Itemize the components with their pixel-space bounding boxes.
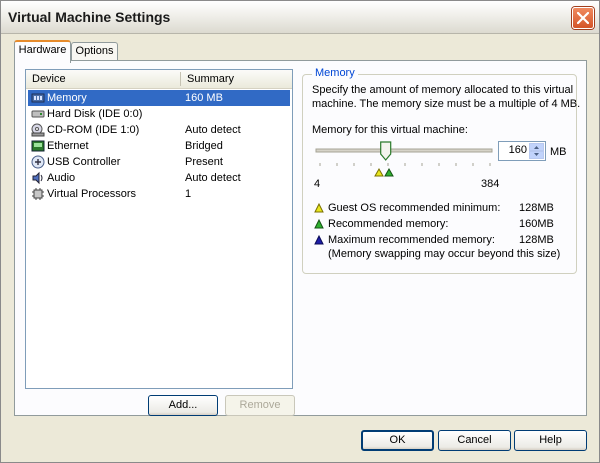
processor-icon: [32, 188, 44, 200]
help-button[interactable]: Help: [514, 430, 587, 451]
device-row-memory[interactable]: Memory 160 MB: [28, 90, 290, 106]
settings-window: Virtual Machine Settings Hardware Option…: [0, 0, 600, 463]
cdrom-icon: [31, 123, 45, 137]
chevron-up-icon: [534, 146, 539, 149]
memory-description-line1: Specify the amount of memory allocated t…: [312, 84, 574, 96]
memory-group: Memory Specify the amount of memory allo…: [302, 67, 581, 274]
guest-min-triangle-icon: [314, 203, 324, 213]
add-button[interactable]: Add...: [148, 395, 218, 416]
slider-thumb[interactable]: [380, 141, 392, 161]
spinner-down-button[interactable]: [529, 151, 544, 159]
device-name: CD-ROM (IDE 1:0): [47, 124, 140, 136]
memory-size-value[interactable]: 160: [509, 144, 527, 156]
device-summary: Auto detect: [185, 172, 241, 184]
recommended-label: Recommended memory:: [328, 218, 449, 230]
device-row-hard-disk[interactable]: Hard Disk (IDE 0:0): [28, 106, 290, 122]
device-row-ethernet[interactable]: Ethernet Bridged: [28, 138, 290, 154]
hardware-tab-panel: Device Summary Memory 160 MB Hard Disk (…: [14, 60, 587, 416]
device-row-processors[interactable]: Virtual Processors 1: [28, 186, 290, 202]
device-name: Ethernet: [47, 140, 89, 152]
device-summary: 1: [185, 188, 192, 200]
guest-min-label: Guest OS recommended minimum:: [328, 202, 501, 214]
recommended-value: 160MB: [519, 218, 554, 230]
device-summary: 160 MB: [185, 92, 223, 104]
slider-min-label: 4: [314, 178, 321, 190]
recommended-triangle-icon: [314, 219, 324, 229]
device-summary: Bridged: [185, 140, 223, 152]
max-recommended-label: Maximum recommended memory:: [328, 234, 495, 246]
device-summary: Auto detect: [185, 124, 241, 136]
memory-unit-label: MB: [550, 146, 567, 158]
guest-min-marker-icon: [374, 167, 384, 177]
tab-options[interactable]: Options: [71, 42, 118, 61]
remove-button[interactable]: Remove: [225, 395, 295, 416]
memory-swap-note: (Memory swapping may occur beyond this s…: [328, 248, 561, 260]
tab-options-label: Options: [75, 45, 114, 57]
close-button[interactable]: [572, 7, 594, 29]
memory-description-line2: machine. The memory size must be a multi…: [312, 98, 581, 110]
memory-slider[interactable]: [314, 138, 494, 180]
list-header: Device Summary: [26, 70, 292, 89]
tab-hardware[interactable]: Hardware: [14, 40, 71, 63]
memory-group-title: Memory: [312, 67, 358, 79]
slider-max-label: 384: [481, 178, 500, 190]
tab-hardware-label: Hardware: [18, 44, 67, 56]
recommended-marker-icon: [384, 167, 394, 177]
device-row-usb[interactable]: USB Controller Present: [28, 154, 290, 170]
device-list[interactable]: Device Summary Memory 160 MB Hard Disk (…: [25, 69, 293, 389]
audio-speaker-icon: [32, 171, 43, 185]
device-summary: Present: [185, 156, 223, 168]
device-row-cdrom[interactable]: CD-ROM (IDE 1:0) Auto detect: [28, 122, 290, 138]
close-icon: [577, 12, 589, 24]
memory-size-spinner[interactable]: 160: [498, 141, 546, 161]
device-name: Hard Disk (IDE 0:0): [47, 108, 143, 120]
device-name: USB Controller: [47, 156, 121, 168]
device-name: Memory: [47, 92, 87, 104]
usb-icon: [31, 155, 45, 169]
spinner-up-button[interactable]: [529, 143, 544, 151]
device-row-audio[interactable]: Audio Auto detect: [28, 170, 290, 186]
max-recommended-value: 128MB: [519, 234, 554, 246]
ok-button[interactable]: OK: [361, 430, 434, 451]
column-header-device[interactable]: Device: [26, 70, 180, 88]
ethernet-icon: [31, 140, 45, 152]
chevron-down-icon: [534, 153, 539, 156]
column-header-summary[interactable]: Summary: [181, 70, 291, 88]
hard-disk-icon: [31, 110, 45, 118]
device-name: Audio: [47, 172, 76, 184]
memory-chip-icon: [31, 93, 45, 103]
guest-min-value: 128MB: [519, 202, 554, 214]
max-recommended-triangle-icon: [314, 235, 324, 245]
device-name: Virtual Processors: [47, 188, 137, 200]
cancel-button[interactable]: Cancel: [438, 430, 511, 451]
window-title: Virtual Machine Settings: [8, 9, 171, 25]
memory-slider-label: Memory for this virtual machine:: [312, 124, 468, 136]
title-bar[interactable]: Virtual Machine Settings: [1, 1, 599, 34]
